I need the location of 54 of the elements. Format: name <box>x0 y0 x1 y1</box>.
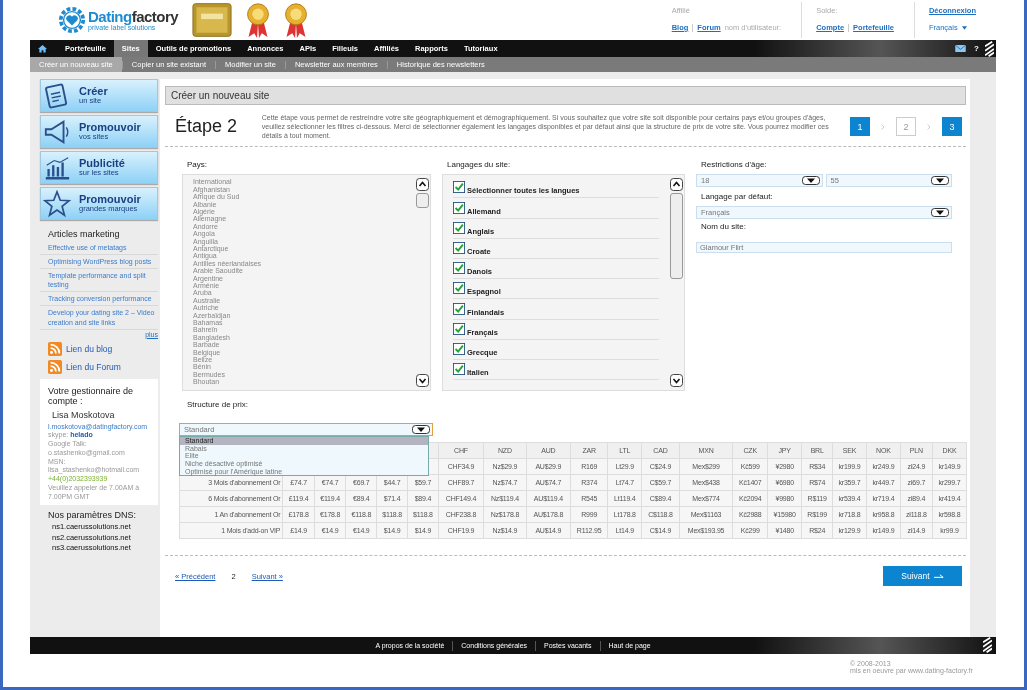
stripes-icon <box>985 40 994 57</box>
scroll-down-icon[interactable] <box>416 374 429 388</box>
caret-icon <box>931 176 949 186</box>
chevron-icon <box>927 123 931 130</box>
heart-gear-icon <box>58 6 86 34</box>
page-title-bar: Créer un nouveau site <box>165 86 966 105</box>
step-title: Étape 2 <box>175 116 239 138</box>
scroll-up-icon[interactable] <box>416 178 429 192</box>
checkbox[interactable] <box>453 302 465 315</box>
feed-link[interactable]: Lien du Forum <box>66 361 121 372</box>
next-button[interactable]: Suivant <box>883 566 962 587</box>
scroll-down-icon[interactable] <box>670 374 683 388</box>
field-label: Langages du site: <box>447 160 512 170</box>
section-heading: Articles marketing <box>48 229 121 239</box>
caret-icon <box>931 208 949 218</box>
checkbox[interactable] <box>453 282 465 295</box>
section-heading: Nos paramètres DNS: <box>48 510 138 521</box>
field-label: Langage par défaut: <box>701 192 774 202</box>
checkbox[interactable] <box>453 342 465 355</box>
star-icon <box>43 189 71 218</box>
checkbox[interactable] <box>453 242 465 255</box>
rss-icon <box>48 341 62 356</box>
checkbox[interactable] <box>453 322 465 335</box>
stripes-icon <box>983 637 992 653</box>
checkbox[interactable] <box>453 221 465 234</box>
caret-icon <box>412 425 430 435</box>
step-indicator: 1 <box>850 117 870 137</box>
rss-icon <box>48 359 62 374</box>
scroll-thumb[interactable] <box>416 193 429 209</box>
step-indicator: 3 <box>942 117 962 137</box>
scroll-up-icon[interactable] <box>670 178 683 192</box>
manager-heading: Votre gestionnaire de compte : <box>48 385 135 406</box>
field-label: Pays: <box>187 160 208 170</box>
step-indicator: 2 <box>896 117 916 137</box>
checkbox[interactable] <box>453 181 465 194</box>
award-ribbon-icon <box>246 1 270 39</box>
caret-icon <box>801 176 820 186</box>
field-label: Restrictions d'âge: <box>701 160 768 170</box>
checkbox[interactable] <box>453 363 465 376</box>
logo-text: Datingfactory <box>88 9 179 24</box>
checkbox[interactable] <box>453 201 465 214</box>
scroll-thumb[interactable] <box>670 193 683 280</box>
award-ribbon-icon <box>284 1 308 39</box>
chevron-icon <box>881 123 885 130</box>
checkbox[interactable] <box>453 262 465 275</box>
award-plaque-icon <box>192 2 232 38</box>
mail-icon[interactable] <box>955 45 967 52</box>
caret-icon <box>961 25 967 30</box>
field-label: Nom du site: <box>701 222 747 232</box>
home-icon[interactable] <box>38 44 47 53</box>
field-label: Structure de prix: <box>187 400 249 410</box>
feed-link[interactable]: Lien du blog <box>66 343 113 354</box>
manager-name: Lisa Moskotova <box>52 409 116 420</box>
help-link[interactable]: ? <box>974 44 979 53</box>
